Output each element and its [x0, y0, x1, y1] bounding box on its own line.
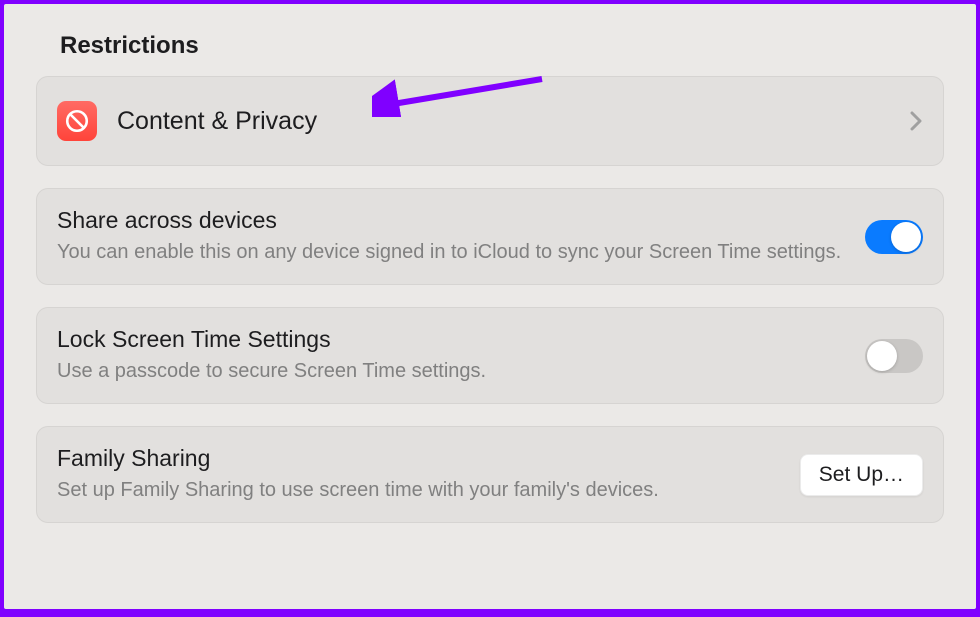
- lock-screen-time-description: Use a passcode to secure Screen Time set…: [57, 358, 849, 385]
- lock-screen-time-title: Lock Screen Time Settings: [57, 326, 849, 353]
- annotation-arrow-icon: [372, 67, 552, 117]
- family-sharing-title: Family Sharing: [57, 445, 784, 472]
- family-sharing-setup-button[interactable]: Set Up…: [800, 454, 923, 496]
- content-privacy-row[interactable]: Content & Privacy: [36, 76, 944, 166]
- share-across-devices-row: Share across devices You can enable this…: [36, 188, 944, 285]
- chevron-right-icon: [909, 110, 923, 132]
- settings-window: Restrictions Content & Privacy: [4, 4, 976, 609]
- share-devices-toggle[interactable]: [865, 220, 923, 254]
- share-devices-title: Share across devices: [57, 207, 849, 234]
- share-devices-description: You can enable this on any device signed…: [57, 239, 849, 266]
- content-privacy-label: Content & Privacy: [117, 107, 317, 136]
- lock-screen-time-toggle[interactable]: [865, 339, 923, 373]
- restrictions-heading: Restrictions: [60, 32, 944, 60]
- family-sharing-row: Family Sharing Set up Family Sharing to …: [36, 426, 944, 523]
- lock-screen-time-row: Lock Screen Time Settings Use a passcode…: [36, 307, 944, 404]
- family-sharing-description: Set up Family Sharing to use screen time…: [57, 477, 784, 504]
- prohibit-icon: [57, 101, 97, 141]
